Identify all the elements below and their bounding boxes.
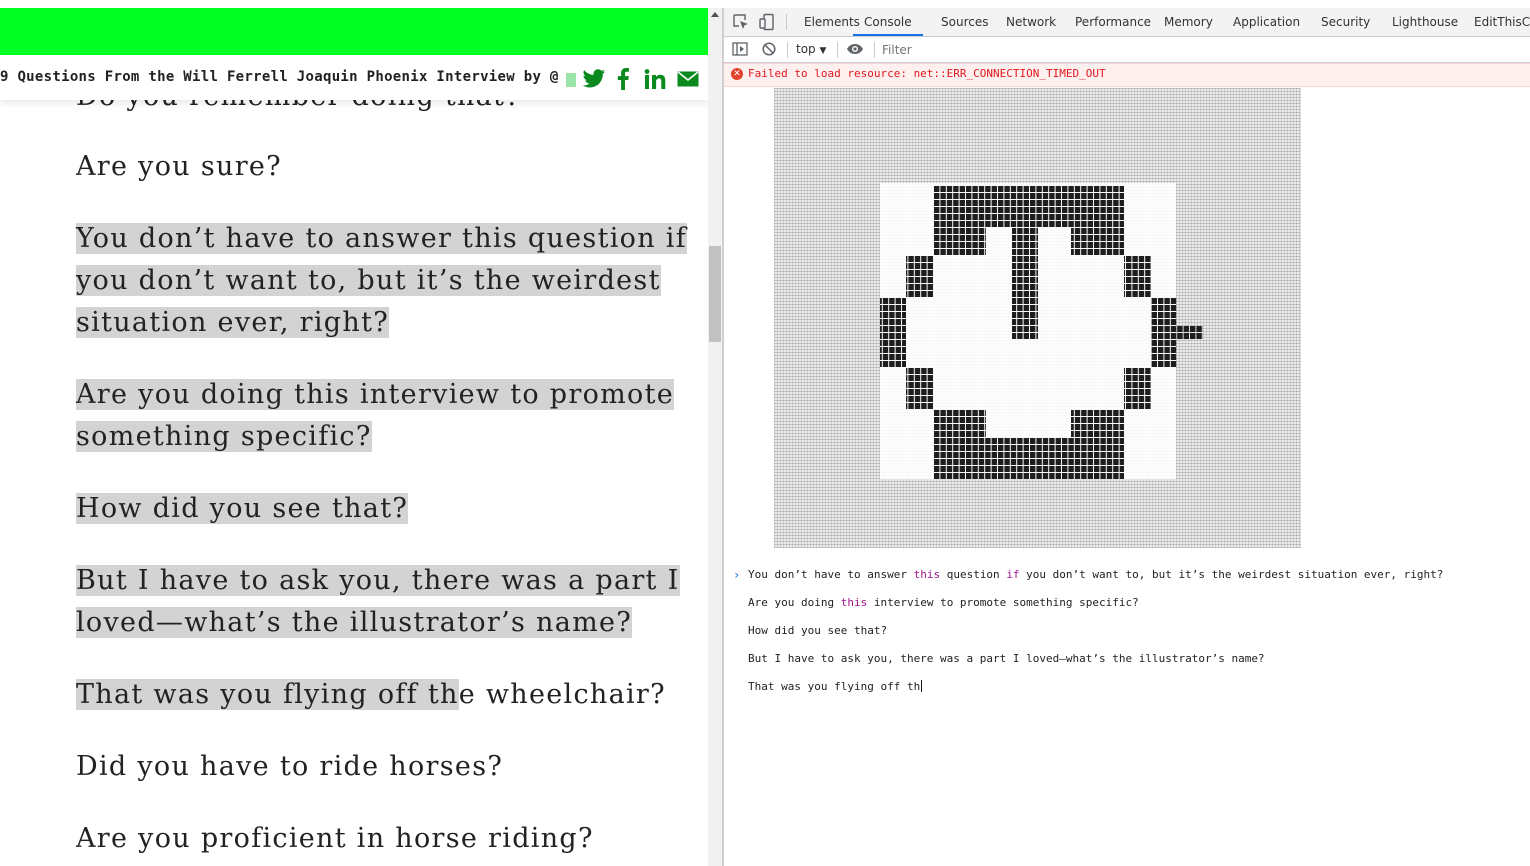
log-text: That was you flying off th — [748, 680, 921, 693]
question-line: Are you sure? — [76, 146, 282, 188]
question-text: Are you sure? — [76, 151, 282, 182]
log-keyword: if — [1006, 568, 1020, 581]
context-selector-value: top — [796, 42, 816, 56]
unhighlighted-text: e wheelchair? — [458, 679, 666, 710]
toolbar-separator — [787, 42, 788, 58]
question-line: You don’t have to answer this question i… — [76, 218, 688, 260]
log-text: But I have to ask you, there was a part … — [748, 652, 1265, 665]
highlighted-text: Are you doing this interview to promote — [76, 379, 675, 410]
highlighted-text: situation ever, right? — [76, 307, 389, 338]
tab-lighthouse[interactable]: Lighthouse — [1392, 8, 1458, 36]
question-line: That was you flying off the wheelchair? — [76, 674, 666, 716]
log-keyword: this — [913, 568, 941, 581]
toolbar-separator — [786, 14, 787, 30]
facebook-icon[interactable] — [614, 68, 632, 90]
console-log-entry: Are you doing this interview to promote … — [748, 596, 1139, 609]
question-line: you don’t want to, but it’s the weirdest — [76, 260, 661, 302]
devtools-tab-bar: Elements Console Sources Network Perform… — [724, 8, 1530, 37]
toolbar-separator — [837, 42, 838, 58]
log-text: you don’t want to, but it’s the weirdest… — [1019, 568, 1444, 581]
tab-elements[interactable]: Elements — [804, 8, 860, 36]
device-toolbar-icon[interactable] — [758, 13, 776, 31]
question-line: situation ever, right? — [76, 302, 389, 344]
tab-console[interactable]: Console — [853, 8, 923, 36]
question-line: something specific? — [76, 416, 372, 458]
email-icon[interactable] — [676, 68, 700, 90]
question-text: Did you have to ride horses? — [76, 751, 504, 782]
question-line: Are you proficient in horse riding? — [76, 818, 594, 860]
web-page: Do you remember doing that?Are you sure?… — [0, 0, 708, 866]
page-scrollbar-thumb[interactable] — [709, 246, 721, 342]
tab-memory[interactable]: Memory — [1164, 8, 1213, 36]
log-text: How did you see that? — [748, 624, 888, 637]
clear-console-icon[interactable] — [761, 41, 779, 59]
log-keyword: this — [840, 596, 868, 609]
highlighted-text: loved—what’s the illustrator’s name? — [76, 607, 633, 638]
question-line: loved—what’s the illustrator’s name? — [76, 602, 633, 644]
question-line: How did you see that? — [76, 488, 409, 530]
tab-sources[interactable]: Sources — [941, 8, 988, 36]
log-expand-chevron-icon[interactable]: › — [733, 568, 740, 582]
twitter-icon[interactable] — [581, 68, 607, 90]
tab-application[interactable]: Application — [1233, 8, 1300, 36]
headline-title: 9 Questions From the Will Ferrell Joaqui… — [0, 69, 559, 85]
context-selector[interactable]: top ▼ — [796, 37, 826, 62]
log-text: You don’t have to answer — [748, 568, 914, 581]
tab-editthiscookie[interactable]: EditThisCo — [1474, 8, 1530, 36]
highlighted-text: You don’t have to answer this question i… — [76, 223, 688, 254]
highlighted-text: you don’t want to, but it’s the weirdest — [76, 265, 661, 296]
console-error-message: ✕ Failed to load resource: net::ERR_CONN… — [724, 63, 1530, 87]
chevron-down-icon: ▼ — [819, 46, 827, 56]
console-log-entry: That was you flying off th — [748, 680, 923, 693]
highlighted-text: That was you flying off th — [76, 679, 459, 710]
console-toolbar: top ▼ — [724, 37, 1530, 63]
console-log-entry: How did you see that? — [748, 624, 887, 637]
log-text: interview to promote something specific? — [867, 596, 1139, 609]
sticky-headline-bar: 9 Questions From the Will Ferrell Joaqui… — [0, 55, 708, 100]
tab-security[interactable]: Security — [1321, 8, 1370, 36]
highlight-marker — [565, 68, 577, 90]
devtools-panel: Elements Console Sources Network Perform… — [724, 8, 1530, 866]
page-scrollbar[interactable] — [708, 8, 722, 866]
question-line: Are you doing this interview to promote — [76, 374, 675, 416]
error-icon: ✕ — [731, 68, 743, 80]
console-error-text: Failed to load resource: net::ERR_CONNEC… — [748, 67, 1106, 80]
highlighted-text: something specific? — [76, 421, 372, 452]
console-log-entry: You don’t have to answer this question i… — [748, 568, 1443, 581]
show-sidebar-icon[interactable] — [732, 41, 750, 59]
tab-performance[interactable]: Performance — [1075, 8, 1151, 36]
linkedin-icon[interactable] — [642, 68, 668, 90]
highlighted-text: But I have to ask you, there was a part … — [76, 565, 680, 596]
green-header-bar — [0, 8, 708, 55]
scroll-up-arrow-icon[interactable] — [711, 12, 719, 17]
console-log-entry: But I have to ask you, there was a part … — [748, 652, 1265, 665]
question-line: But I have to ask you, there was a part … — [76, 560, 680, 602]
text-cursor — [921, 680, 923, 692]
tab-network[interactable]: Network — [1006, 8, 1056, 36]
toolbar-separator — [874, 42, 875, 58]
highlighted-text: How did you see that? — [76, 493, 409, 524]
live-expression-eye-icon[interactable] — [846, 41, 864, 59]
inspect-element-icon[interactable] — [732, 13, 750, 31]
console-filter-input[interactable] — [880, 39, 1524, 61]
console-ascii-art — [774, 88, 1301, 548]
log-text: Are you doing — [748, 596, 841, 609]
question-text: Are you proficient in horse riding? — [76, 823, 594, 854]
question-line: Did you have to ride horses? — [76, 746, 503, 788]
clock-icon — [880, 183, 1203, 479]
log-text: question — [940, 568, 1007, 581]
